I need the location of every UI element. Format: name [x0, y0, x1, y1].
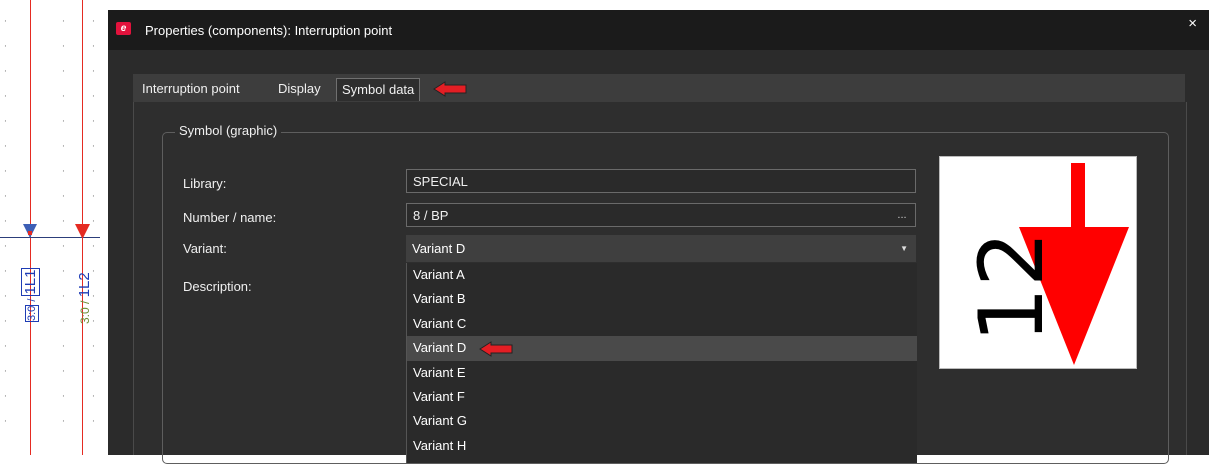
symbol-preview: 12 — [939, 156, 1137, 369]
variant-select[interactable]: Variant D ▼ — [406, 235, 916, 262]
dialog-title: Properties (components): Interruption po… — [145, 23, 393, 38]
interruption-arrow-icon[interactable] — [22, 222, 39, 242]
interruption-symbol-icon: 12 — [960, 163, 1129, 365]
grid-dots: · · · · · · · · · · · · · · · · · — [4, 17, 7, 427]
terminal-label-right: 3:0 / 1L2 — [76, 272, 93, 324]
description-label: Description: — [183, 279, 252, 294]
variant-dropdown-list: Variant A Variant B Variant C Variant D … — [406, 263, 917, 463]
number-name-value: 8 / BP — [413, 208, 449, 223]
schematic-canvas[interactable]: · · · · · · · · · · · · · · · · · · · · · · · · · · · · · · · · · · · · · ·… — [0, 0, 108, 455]
variant-option[interactable]: Variant C — [407, 312, 917, 336]
annotation-arrow-icon — [479, 341, 513, 358]
variant-value: Variant D — [412, 241, 466, 256]
tab-symbol-data[interactable]: Symbol data — [336, 78, 421, 101]
grid-dots: · · · · · · · · · · · · · · · · · — [92, 17, 95, 427]
variant-option[interactable]: Variant B — [407, 287, 917, 311]
title-bar[interactable]: e Properties (components): Interruption … — [108, 10, 1209, 50]
tab-strip: Interruption point Display Symbol data — [133, 74, 1185, 102]
variant-option[interactable]: Variant E — [407, 361, 917, 385]
variant-label: Variant: — [183, 241, 227, 256]
close-button[interactable]: × — [1188, 15, 1197, 32]
properties-dialog: e Properties (components): Interruption … — [108, 10, 1209, 464]
number-name-label: Number / name: — [183, 210, 277, 225]
terminal-label-left: 3:0 / 1L1 — [21, 268, 40, 322]
library-field[interactable]: SPECIAL — [406, 169, 916, 193]
grid-dots: · · · · · · · · · · · · · · · · · — [62, 17, 65, 427]
tab-interruption-point[interactable]: Interruption point — [142, 78, 240, 100]
variant-option[interactable]: Variant F — [407, 385, 917, 409]
annotation-arrow-icon — [433, 81, 467, 97]
preview-text: 12 — [960, 231, 1063, 343]
eplan-logo-icon: e — [116, 22, 131, 35]
dialog-body: Interruption point Display Symbol data S… — [108, 50, 1209, 464]
variant-option-label: Variant D — [413, 340, 467, 356]
tab-display[interactable]: Display — [278, 78, 321, 100]
variant-option[interactable]: Variant H — [407, 434, 917, 458]
browse-button[interactable]: ... — [890, 205, 914, 225]
chevron-down-icon[interactable]: ▼ — [900, 235, 908, 262]
variant-option[interactable]: Variant A — [407, 263, 917, 287]
variant-option-selected[interactable]: Variant D — [407, 336, 917, 361]
group-title: Symbol (graphic) — [175, 123, 282, 138]
variant-option[interactable]: Variant G — [407, 409, 917, 433]
number-name-field[interactable]: 8 / BP ... — [406, 203, 916, 227]
interruption-arrow-icon[interactable] — [74, 222, 91, 242]
library-label: Library: — [183, 176, 227, 191]
